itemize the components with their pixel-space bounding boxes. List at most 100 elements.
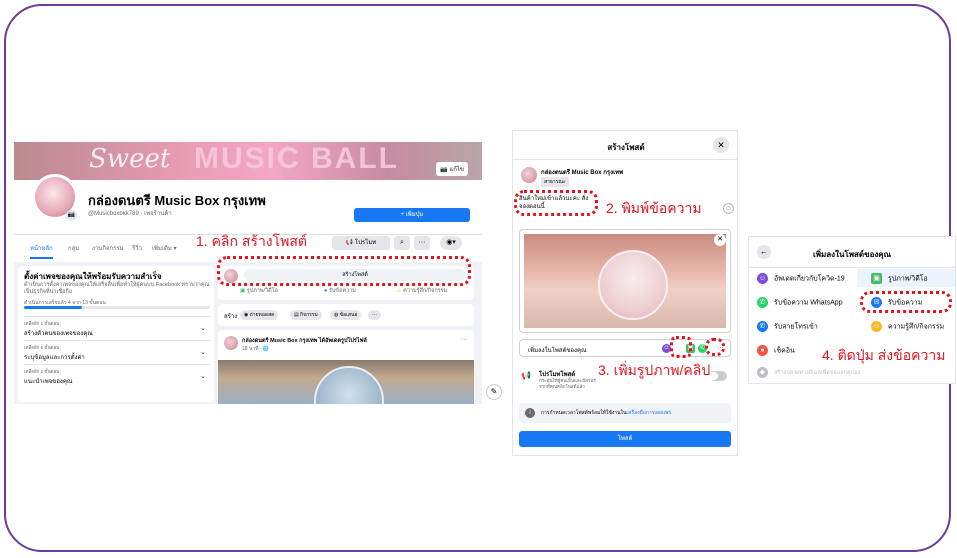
- avatar: [224, 336, 238, 350]
- post-time: 18 นาที · 🌐: [242, 346, 270, 352]
- composer-photo-label: รูปภาพ/วิดีโอ: [246, 288, 278, 294]
- more-button[interactable]: ···: [368, 310, 381, 320]
- edit-cover-button[interactable]: 📷 แก้ไข: [436, 162, 468, 176]
- chevron-down-icon: ⌄: [200, 349, 206, 356]
- back-icon[interactable]: ←: [757, 245, 771, 259]
- schedule-text: การกำหนดเวลาโพสต์พร้อมให้ใช้งานในเครื่อง…: [541, 409, 671, 417]
- step2-annotation: 2. พิมพ์ข้อความ: [606, 200, 702, 216]
- create-post-dialog: สร้างโพสต์ ✕ กล่องดนตรี Music Box กรุงเท…: [512, 130, 738, 456]
- music-ball-image: [314, 366, 384, 404]
- publishing-tools-link[interactable]: เครื่องมือการเผยแพร่: [626, 410, 671, 416]
- live-label: ถ่ายทอดสด: [249, 312, 275, 318]
- setup-progress-fill: [24, 306, 82, 309]
- tab-reviews[interactable]: รีวิว: [132, 243, 142, 253]
- tab-home[interactable]: หน้าหลัก: [30, 243, 53, 259]
- schedule-text-label: การกำหนดเวลาโพสต์พร้อมให้ใช้งานใน: [541, 410, 627, 416]
- feeling-option[interactable]: ☺ ความรู้สึก/กิจกรรม: [871, 321, 944, 332]
- post-menu-icon[interactable]: ···: [461, 336, 468, 343]
- divider: [749, 267, 955, 268]
- setup-card: ตั้งค่าเพจของคุณให้พร้อมรับความสำเร็จ ดำ…: [18, 266, 214, 402]
- option-label: รับสายโทรเข้า: [774, 323, 818, 331]
- composer-message-label: รับข้อความ: [328, 288, 356, 294]
- event-button[interactable]: ▤ กิจกรรม: [290, 310, 322, 320]
- edit-cover-label: แก้ไข: [449, 167, 464, 173]
- create-post-highlight: [217, 256, 471, 286]
- covid-update-option[interactable]: ☺ อัพเดตเกี่ยวกับโควิด-19: [757, 273, 845, 284]
- cover-photo: Sweet MUSIC BALL 📷 แก้ไข: [14, 142, 482, 180]
- offer-button[interactable]: ◍ ข้อเสนอ: [330, 310, 362, 320]
- option-label: สร้างปลายทางอีเมลเพื่อขอแลกคูปอง: [774, 369, 861, 376]
- search-icon[interactable]: ⌕: [394, 236, 410, 250]
- tab-groups[interactable]: กลุ่ม: [68, 243, 79, 253]
- create-action-bar: สร้าง ◉ ถ่ายทอดสด ▤ กิจกรรม ◍ ข้อเสนอ ··…: [218, 304, 474, 326]
- audience-selector[interactable]: สาธารณะ: [541, 177, 569, 187]
- post-author: กล่องดนตรี Music Box กรุงเทพ ได้อัพเดตรู…: [242, 338, 367, 344]
- live-button[interactable]: ◉ ถ่ายทอดสด: [240, 310, 279, 320]
- dialog-title: สร้างโพสต์: [607, 143, 645, 152]
- setup-item-step: เหลืออีก 2 ขั้นตอน: [24, 369, 60, 374]
- step3-annotation: 3. เพิ่มรูปภาพ/คลิป: [596, 360, 713, 382]
- remove-media-icon[interactable]: ✕: [714, 234, 726, 246]
- setup-item-title: สร้างตัวตนของเพจของคุณ: [24, 331, 93, 337]
- create-label: สร้าง: [224, 314, 238, 320]
- snow-globe-image: [598, 250, 668, 320]
- whatsapp-option[interactable]: ✆ รับข้อความ WhatsApp: [757, 297, 843, 308]
- page-handle: @Musicboxbkk789 · เพจร้านค้า: [88, 211, 172, 217]
- setup-item[interactable]: เหลืออีก 1 ขั้นตอน สร้างตัวตนของเพจของคุ…: [24, 316, 210, 338]
- photo-video-option[interactable]: ▣ รูปภาพ/วิดีโอ: [871, 273, 928, 284]
- media-preview: ✕: [519, 229, 731, 333]
- covid-icon: ☺: [757, 273, 768, 284]
- dialog-page-name: กล่องดนตรี Music Box กรุงเทพ: [541, 170, 624, 176]
- setup-item-title: ระบุข้อมูลและการตั้งค่า: [24, 355, 85, 361]
- avatar: [521, 167, 537, 183]
- phone-call-option[interactable]: ✆ รับสายโทรเข้า: [757, 321, 818, 332]
- tab-more[interactable]: เพิ่มเติม ▾: [152, 243, 177, 253]
- option-label: รูปภาพ/วิดีโอ: [888, 275, 928, 283]
- promote-button[interactable]: 📢 โปรโมท: [332, 236, 390, 250]
- setup-item-step: เหลืออีก 6 ขั้นตอน: [24, 345, 60, 350]
- setup-item[interactable]: เหลืออีก 2 ขั้นตอน แนะนำเพจของคุณ ⌄: [24, 364, 210, 386]
- location-icon: ●: [757, 345, 768, 356]
- compose-icon[interactable]: ✎: [486, 384, 502, 400]
- setup-item[interactable]: เหลืออีก 6 ขั้นตอน ระบุข้อมูลและการตั้งค…: [24, 340, 210, 362]
- more-highlight: [705, 338, 725, 356]
- coupon-option: ◆ สร้างปลายทางอีเมลเพื่อขอแลกคูปอง: [757, 367, 860, 378]
- megaphone-icon: 📢: [521, 371, 531, 380]
- chevron-down-icon: ⌄: [200, 373, 206, 380]
- close-icon[interactable]: ✕: [713, 137, 729, 153]
- emoji-icon[interactable]: ☺: [723, 203, 734, 214]
- setup-item-title: แนะนำเพจของคุณ: [24, 379, 73, 385]
- composer-message-action[interactable]: ● รับข้อความ: [324, 287, 356, 295]
- composer-feeling-label: ความรู้สึก/กิจกรรม: [403, 288, 448, 294]
- camera-icon: 📷: [440, 167, 448, 173]
- camera-icon[interactable]: 📷: [66, 210, 77, 221]
- event-label: กิจกรรม: [300, 312, 318, 318]
- add-to-post-bar: เพิ่มลงในโพสต์ของคุณ ☺ ▣ ✆ ···: [519, 339, 731, 357]
- setup-description: ดำเนินการตั้งค่าเพจของคุณให้เสร็จสิ้นเพื…: [24, 282, 210, 295]
- cover-text-music-ball: MUSIC BALL: [194, 142, 399, 175]
- feed-post: กล่องดนตรี Music Box กรุงเทพ ได้อัพเดตรู…: [218, 330, 474, 404]
- whatsapp-icon: ✆: [757, 297, 768, 308]
- info-icon: i: [525, 408, 535, 418]
- add-button[interactable]: + เพิ่มปุ่ม: [354, 208, 470, 222]
- setup-item-step: เหลืออีก 1 ขั้นตอน: [24, 321, 60, 326]
- tab-events[interactable]: งานกิจกรรม: [92, 243, 124, 253]
- option-label: ความรู้สึก/กิจกรรม: [888, 323, 945, 331]
- option-label: รับข้อความ WhatsApp: [774, 299, 843, 307]
- composer-photo-action[interactable]: ▣ รูปภาพ/วิดีโอ: [240, 287, 278, 295]
- get-messages-highlight: [860, 291, 952, 313]
- post-button[interactable]: โพสต์: [519, 431, 731, 447]
- setup-progress-bar: [24, 306, 210, 309]
- step1-annotation: 1. คลิก สร้างโพสต์: [196, 233, 308, 249]
- profile-switch-icon[interactable]: ◉▾: [440, 236, 462, 250]
- tag-icon: ◆: [757, 367, 768, 378]
- divider: [513, 159, 737, 160]
- composer-feeling-action[interactable]: ☺ ความรู้สึก/กิจกรรม: [396, 287, 447, 295]
- phone-icon: ✆: [757, 321, 768, 332]
- messenger-icon: ●: [324, 288, 328, 294]
- smile-icon: ☺: [871, 321, 882, 332]
- offer-label: ข้อเสนอ: [339, 312, 358, 318]
- text-highlight: [514, 190, 598, 216]
- more-options-icon[interactable]: ···: [414, 236, 430, 250]
- check-in-option[interactable]: ● เช็คอิน: [757, 345, 795, 356]
